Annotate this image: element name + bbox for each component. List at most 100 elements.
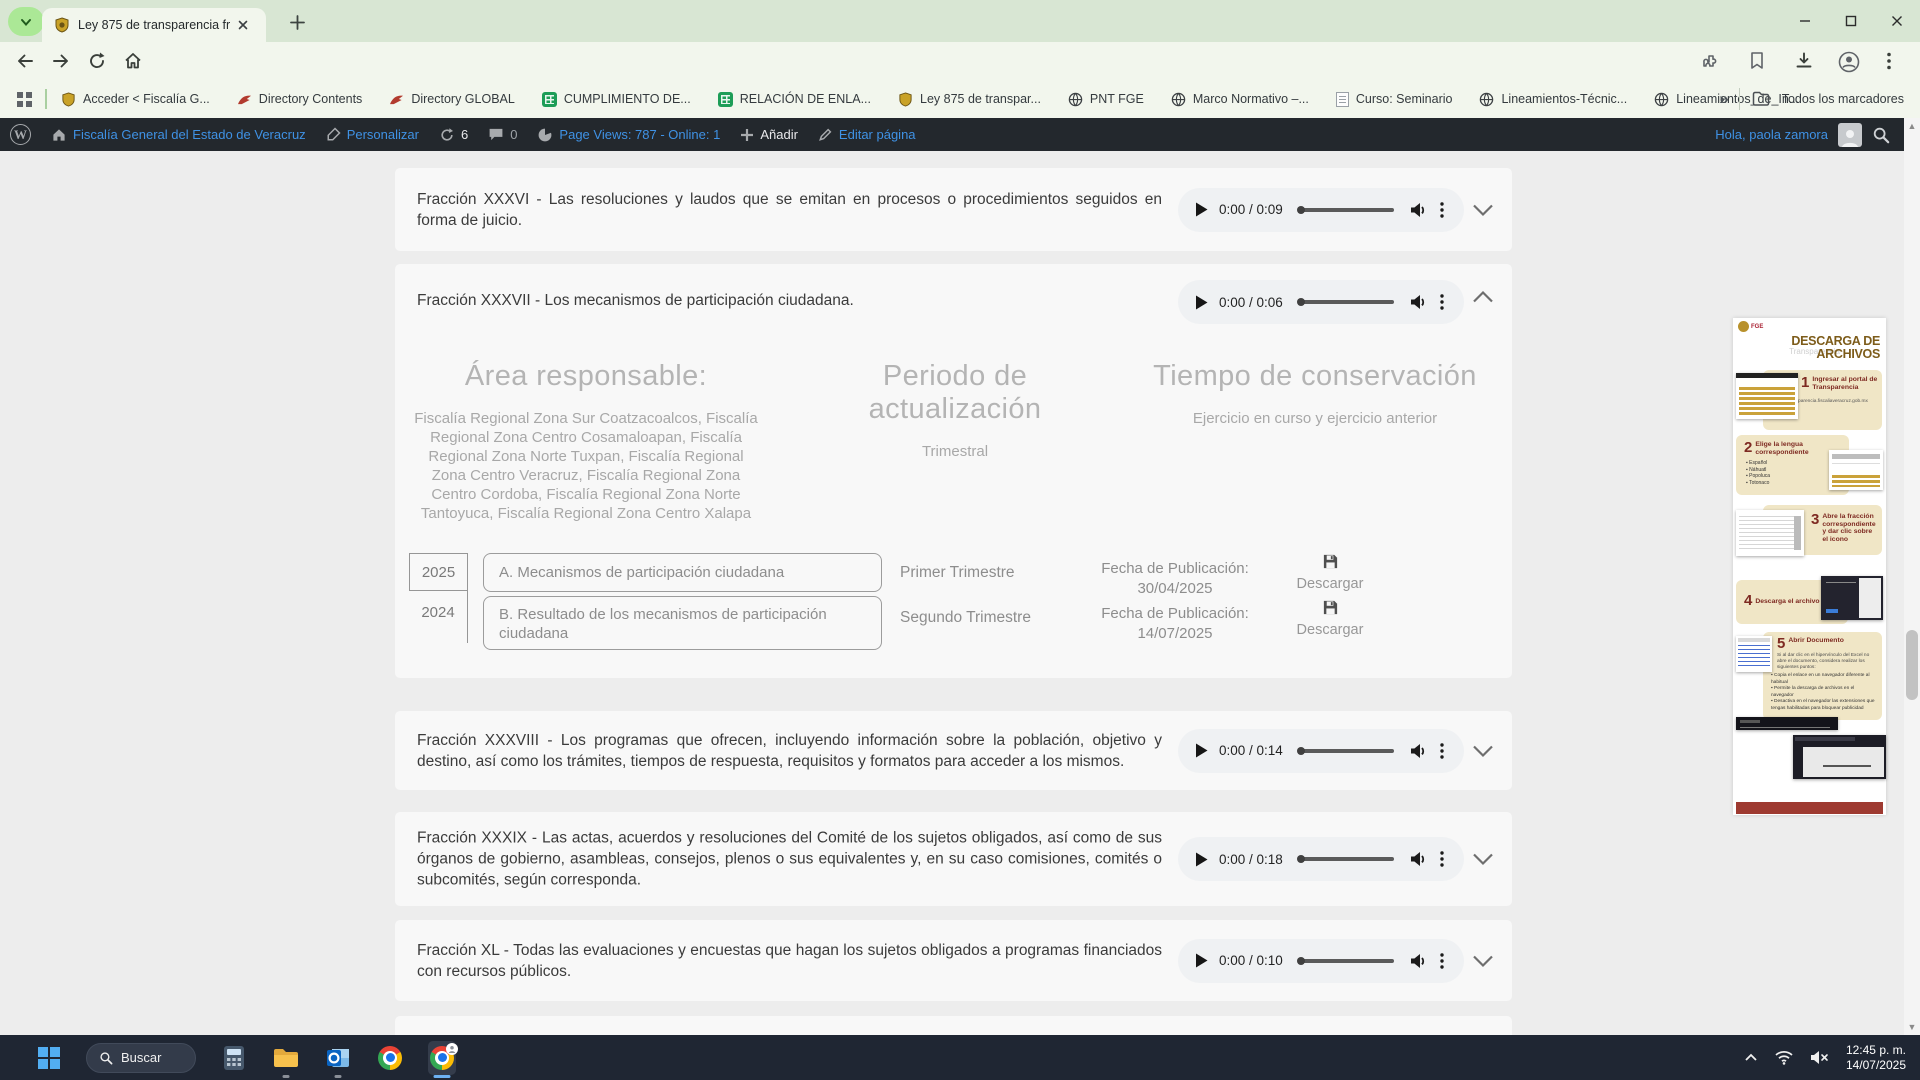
adminbar-comments[interactable]: 0: [488, 127, 517, 142]
play-icon[interactable]: [1195, 743, 1208, 758]
download-button[interactable]: Descargar: [1285, 553, 1375, 592]
tab-close-icon[interactable]: [236, 18, 250, 32]
search-icon[interactable]: [1872, 126, 1890, 144]
scroll-up-arrow-icon[interactable]: ▲: [1904, 118, 1920, 134]
apps-grid-icon[interactable]: [16, 91, 33, 108]
audio-progress-bar[interactable]: [1296, 956, 1394, 965]
volume-muted-icon[interactable]: [1810, 1050, 1830, 1065]
audio-progress-bar[interactable]: [1296, 298, 1394, 306]
wordpress-logo-icon[interactable]: W: [10, 124, 31, 145]
bookmark-marco-normativo[interactable]: Marco Normativo –...: [1171, 92, 1309, 107]
fraction-text: Fracción XXXVIII - Los programas que ofr…: [417, 731, 1162, 770]
audio-progress-bar[interactable]: [1296, 746, 1394, 755]
audio-progress-bar[interactable]: [1296, 855, 1394, 863]
browser-tab-active[interactable]: Ley 875 de transparencia fracci: [42, 8, 266, 42]
bookmark-lineamientos-tecnic[interactable]: Lineamientos-Técnic...: [1479, 92, 1627, 107]
audio-menu-kebab-icon[interactable]: [1440, 201, 1444, 218]
bookmark-cumplimiento[interactable]: CUMPLIMIENTO DE...: [541, 91, 691, 107]
year-tab-2024[interactable]: 2024: [409, 591, 467, 631]
fraction-text: Fracción XXXIX - Las actas, acuerdos y r…: [417, 829, 1162, 889]
publication-date: 14/07/2025: [1137, 625, 1213, 642]
reload-icon: [90, 52, 105, 68]
tray-chevron-up-icon[interactable]: [1744, 1053, 1758, 1062]
audio-menu-kebab-icon[interactable]: [1440, 294, 1444, 310]
minimize-button[interactable]: [1782, 0, 1828, 42]
shield-favicon-icon: [899, 91, 912, 107]
adminbar-edit-page[interactable]: Editar página: [818, 127, 916, 142]
doc-box-a[interactable]: A. Mecanismos de participación ciudadana: [483, 553, 882, 592]
all-bookmarks-button[interactable]: Todos los marcadores: [1782, 92, 1904, 106]
downloads-icon[interactable]: [1794, 51, 1814, 76]
bookmark-curso-seminario[interactable]: Curso: Seminario: [1335, 91, 1452, 107]
brush-icon: [327, 127, 341, 141]
play-icon[interactable]: [1195, 202, 1208, 217]
bookmark-relacion[interactable]: RELACIÓN DE ENLA...: [717, 91, 871, 107]
step-number: 2: [1744, 439, 1753, 456]
home-button[interactable]: [122, 50, 144, 72]
bookmark-directory-contents[interactable]: Directory Contents: [237, 92, 362, 106]
audio-menu-kebab-icon[interactable]: [1440, 952, 1444, 969]
adminbar-personalize[interactable]: Personalizar: [326, 127, 419, 142]
tab-search-button[interactable]: [8, 7, 44, 36]
new-tab-button[interactable]: [284, 9, 310, 35]
taskbar-outlook-icon[interactable]: [324, 1041, 352, 1078]
adminbar-add-new[interactable]: Añadir: [740, 127, 798, 142]
volume-icon[interactable]: [1409, 293, 1427, 311]
expand-chevron-down-icon[interactable]: [1472, 954, 1494, 968]
year-tab-2025[interactable]: 2025: [409, 553, 467, 591]
taskbar-chrome-icon[interactable]: [376, 1041, 404, 1075]
maximize-button[interactable]: [1828, 0, 1874, 42]
bookmarks-items: Acceder < Fiscalía G... Directory Conten…: [61, 91, 1799, 107]
close-button[interactable]: [1874, 0, 1920, 42]
extension-flag-icon[interactable]: [1748, 51, 1766, 76]
start-button[interactable]: [38, 1046, 60, 1069]
expand-chevron-down-icon[interactable]: [1472, 203, 1494, 217]
step5-item: Copia el enlace en un navegador diferent…: [1771, 673, 1877, 686]
taskbar-file-explorer-icon[interactable]: [272, 1041, 300, 1078]
play-icon[interactable]: [1195, 852, 1208, 867]
adminbar-updates[interactable]: 6: [439, 127, 468, 143]
audio-menu-kebab-icon[interactable]: [1440, 851, 1444, 867]
volume-icon[interactable]: [1409, 201, 1427, 219]
avatar[interactable]: [1838, 122, 1862, 147]
bookmark-ley-875[interactable]: Ley 875 de transpar...: [898, 91, 1041, 107]
audio-progress-bar[interactable]: [1296, 205, 1394, 214]
taskbar-calculator-icon[interactable]: [220, 1041, 248, 1075]
volume-icon[interactable]: [1409, 850, 1427, 868]
play-icon[interactable]: [1195, 295, 1208, 310]
bookmark-directory-global[interactable]: Directory GLOBAL: [389, 92, 515, 106]
reload-button[interactable]: [86, 50, 108, 72]
taskbar-chrome-profile-icon-active[interactable]: [428, 1040, 458, 1078]
update-count: 6: [460, 127, 469, 142]
clock-time: 12:45 p. m.: [1845, 1042, 1906, 1057]
download-button[interactable]: Descargar: [1285, 599, 1375, 638]
expand-chevron-down-icon[interactable]: [1472, 744, 1494, 758]
publication-date-block: Fecha de Publicación: 14/07/2025: [1050, 604, 1300, 644]
wifi-icon[interactable]: [1774, 1050, 1794, 1065]
audio-player: 0:00 / 0:06: [1178, 280, 1464, 324]
collapse-chevron-up-icon[interactable]: [1472, 290, 1494, 304]
expand-chevron-down-icon[interactable]: [1472, 852, 1494, 866]
volume-icon[interactable]: [1409, 742, 1427, 760]
adminbar-page-views[interactable]: Page Views: 787 - Online: 1: [537, 127, 720, 143]
scroll-down-arrow-icon[interactable]: ▼: [1904, 1019, 1920, 1035]
play-icon[interactable]: [1195, 953, 1208, 968]
adminbar-site-link[interactable]: Fiscalía General del Estado de Veracruz: [51, 127, 306, 143]
page-scrollbar[interactable]: ▲ ▼: [1904, 118, 1920, 1035]
bookmarks-overflow-chevron[interactable]: »: [1719, 89, 1729, 109]
volume-icon[interactable]: [1409, 952, 1427, 970]
back-button[interactable]: [14, 50, 36, 72]
scrollbar-thumb[interactable]: [1906, 630, 1918, 700]
bookmark-pnt-fge[interactable]: PNT FGE: [1068, 92, 1144, 107]
doc-box-b[interactable]: B. Resultado de los mecanismos de partic…: [483, 596, 882, 650]
browser-menu-kebab-icon[interactable]: [1886, 51, 1892, 76]
forward-button[interactable]: [50, 50, 72, 72]
bookmark-acceder[interactable]: Acceder < Fiscalía G...: [61, 91, 210, 107]
taskbar-search[interactable]: Buscar: [86, 1042, 196, 1073]
audio-menu-kebab-icon[interactable]: [1440, 742, 1444, 759]
step5-item: Permite la descarga de archivos en el na…: [1771, 686, 1877, 699]
profile-icon[interactable]: [1838, 51, 1860, 78]
adminbar-greeting[interactable]: Hola, paola zamora: [1715, 127, 1828, 142]
extensions-puzzle-icon[interactable]: [1700, 51, 1720, 76]
taskbar-clock[interactable]: 12:45 p. m. 14/07/2025: [1846, 1043, 1906, 1073]
